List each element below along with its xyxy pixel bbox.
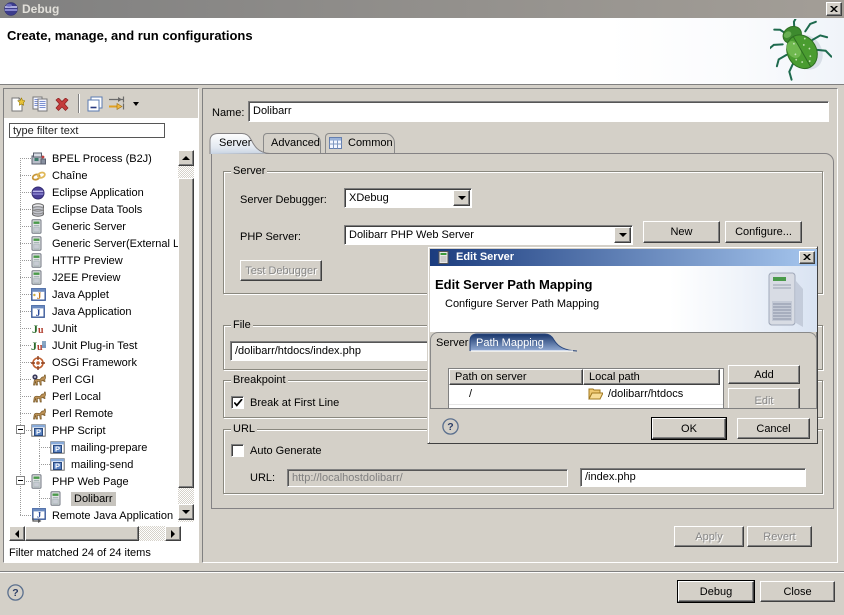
- svg-text:P: P: [55, 445, 60, 454]
- svg-text:J: J: [36, 309, 41, 318]
- svg-text:P: P: [55, 462, 60, 471]
- svg-text:?: ?: [447, 421, 453, 433]
- svg-text:J: J: [37, 291, 42, 301]
- svg-text:u: u: [38, 325, 44, 335]
- svg-text:?: ?: [12, 587, 18, 599]
- svg-text:P: P: [36, 428, 41, 437]
